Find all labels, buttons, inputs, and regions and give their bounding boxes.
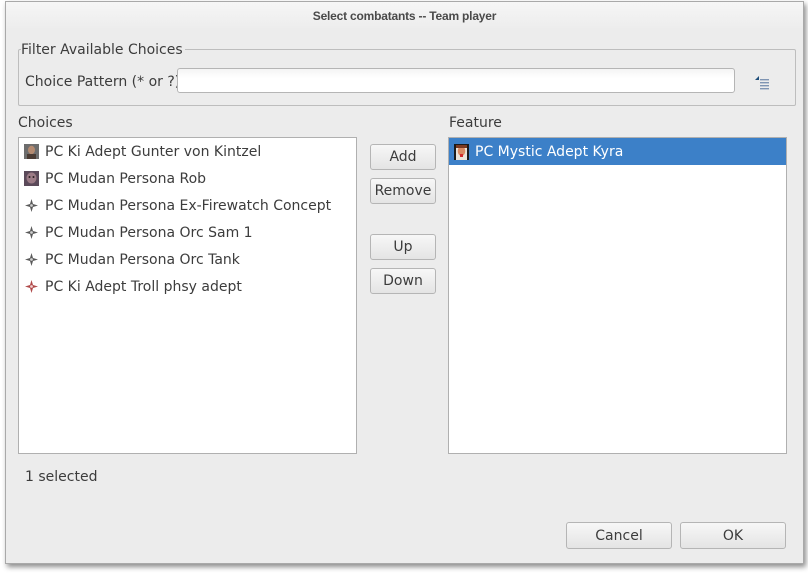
choice-item[interactable]: PC Mudan Persona Rob: [19, 165, 356, 192]
choice-item[interactable]: PC Ki Adept Gunter von Kintzel: [19, 138, 356, 165]
feature-item[interactable]: PC Mystic Adept Kyra: [449, 138, 786, 165]
feature-list[interactable]: PC Mystic Adept Kyra: [448, 137, 787, 454]
portrait-icon: [23, 171, 39, 187]
compass-star-icon: [23, 252, 39, 268]
choice-item-label: PC Mudan Persona Ex-Firewatch Concept: [45, 197, 332, 214]
down-button[interactable]: Down: [370, 268, 436, 294]
cancel-button[interactable]: Cancel: [566, 522, 672, 549]
choice-item[interactable]: PC Mudan Persona Orc Tank: [19, 246, 356, 273]
choice-item-label: PC Mudan Persona Orc Sam 1: [45, 224, 253, 241]
choice-item-label: PC Ki Adept Troll phsy adept: [45, 278, 242, 295]
choice-item[interactable]: PC Ki Adept Troll phsy adept: [19, 273, 356, 300]
choice-item-label: PC Mudan Persona Rob: [45, 170, 207, 187]
filter-group-title: Filter Available Choices: [21, 42, 185, 58]
choices-list[interactable]: PC Ki Adept Gunter von Kintzel PC Mudan …: [18, 137, 357, 454]
choice-item[interactable]: PC Mudan Persona Orc Sam 1: [19, 219, 356, 246]
add-button[interactable]: Add: [370, 144, 436, 170]
remove-button[interactable]: Remove: [370, 178, 436, 204]
choice-pattern-label: Choice Pattern (* or ?): [25, 74, 181, 90]
compass-star-icon: [23, 198, 39, 214]
compass-star-red-icon: [23, 279, 39, 295]
choices-label: Choices: [18, 115, 73, 131]
portrait-icon: [453, 143, 469, 160]
choice-item-label: PC Mudan Persona Orc Tank: [45, 251, 240, 268]
select-combatants-dialog: Select combatants -- Team player Filter …: [5, 1, 804, 564]
selection-status: 1 selected: [25, 469, 98, 485]
feature-item-label: PC Mystic Adept Kyra: [475, 143, 624, 160]
choice-pattern-input[interactable]: [177, 68, 735, 93]
compass-star-icon: [23, 225, 39, 241]
choice-item-label: PC Ki Adept Gunter von Kintzel: [45, 143, 262, 160]
list-indent-icon[interactable]: [754, 74, 772, 90]
up-button[interactable]: Up: [370, 234, 436, 260]
choice-item[interactable]: PC Mudan Persona Ex-Firewatch Concept: [19, 192, 356, 219]
ok-button[interactable]: OK: [680, 522, 786, 549]
dialog-title: Select combatants -- Team player: [6, 2, 803, 30]
feature-label: Feature: [449, 115, 502, 131]
portrait-icon: [23, 144, 39, 160]
